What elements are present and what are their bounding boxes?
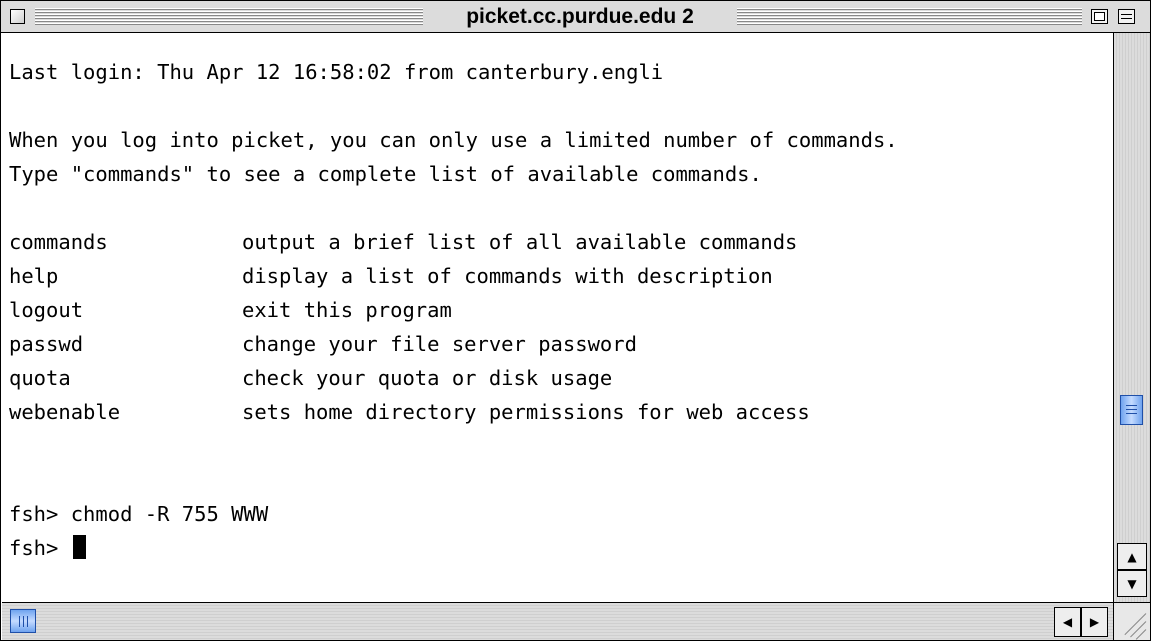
command-description: sets home directory permissions for web … (242, 400, 810, 424)
text-cursor (72, 535, 86, 559)
close-box-icon[interactable] (10, 9, 25, 24)
vertical-scroll-thumb[interactable] (1120, 395, 1143, 425)
horizontal-scrollbar[interactable]: ◀ ▶ (2, 602, 1113, 640)
title-bar[interactable]: picket.cc.purdue.edu 2 (1, 1, 1150, 33)
login-line: Last login: Thu Apr 12 16:58:02 from can… (9, 60, 664, 84)
horizontal-scroll-thumb[interactable] (10, 609, 36, 633)
terminal-window: picket.cc.purdue.edu 2 Last login: Thu A… (0, 0, 1151, 641)
welcome-line: When you log into picket, you can only u… (9, 128, 898, 152)
command-row: logout exit this program (9, 293, 898, 327)
zoom-box-icon[interactable] (1091, 9, 1108, 24)
window-title: picket.cc.purdue.edu 2 (423, 1, 737, 32)
title-bar-stripes-left (35, 8, 423, 26)
command-description: output a brief list of all available com… (242, 230, 798, 254)
command-row: commands output a brief list of all avai… (9, 225, 898, 259)
command-name: logout (9, 298, 84, 322)
command-name: passwd (9, 332, 84, 356)
history-line: fsh> chmod -R 755 WWW (9, 502, 269, 526)
prompt-line[interactable]: fsh> (9, 531, 898, 565)
command-description: check your quota or disk usage (242, 366, 613, 390)
command-description: exit this program (242, 298, 452, 322)
scroll-up-arrow-icon[interactable]: ▲ (1117, 543, 1147, 570)
command-name: commands (9, 230, 108, 254)
terminal-content[interactable]: Last login: Thu Apr 12 16:58:02 from can… (2, 33, 1113, 602)
command-row: help display a list of commands with des… (9, 259, 898, 293)
command-row: quota check your quota or disk usage (9, 361, 898, 395)
scroll-down-arrow-icon[interactable]: ▼ (1117, 570, 1147, 597)
resize-grip-icon[interactable] (1113, 602, 1150, 640)
command-name: help (9, 264, 59, 288)
terminal-output: Last login: Thu Apr 12 16:58:02 from can… (9, 55, 898, 565)
title-bar-stripes-right (737, 8, 1082, 26)
scroll-right-arrow-icon[interactable]: ▶ (1081, 607, 1108, 637)
command-name: webenable (9, 400, 121, 424)
command-description: display a list of commands with descript… (242, 264, 773, 288)
scroll-left-arrow-icon[interactable]: ◀ (1054, 607, 1081, 637)
shell-prompt: fsh> (9, 536, 71, 560)
welcome-line: Type "commands" to see a complete list o… (9, 162, 762, 186)
command-row: webenable sets home directory permission… (9, 395, 898, 429)
command-row: passwd change your file server password (9, 327, 898, 361)
command-description: change your file server password (242, 332, 637, 356)
vertical-scrollbar[interactable]: ▲ ▼ (1113, 33, 1150, 602)
command-name: quota (9, 366, 71, 390)
collapse-box-icon[interactable] (1118, 9, 1135, 24)
